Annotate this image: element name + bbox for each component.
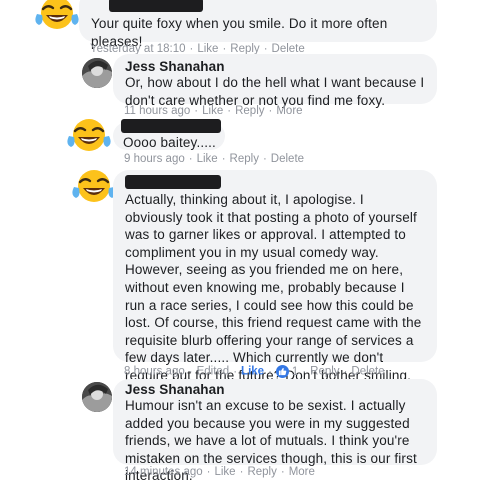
author-name[interactable]: Jess Shanahan <box>125 59 425 74</box>
redacted-author-name <box>125 175 221 189</box>
comment-bubble: Actually, thinking about it, I apologise… <box>113 170 437 401</box>
like-link[interactable]: Like <box>202 105 223 117</box>
more-link[interactable]: More <box>289 466 315 478</box>
comment-bubble: Jess Shanahan Or, how about I do the hel… <box>113 54 437 108</box>
reaction-count[interactable]: 1 <box>275 365 299 378</box>
like-link[interactable]: Like <box>197 153 218 165</box>
comment-bubble: Oooo baitey..... <box>113 119 225 150</box>
comment-actions: 9 hours ago · Like · Reply · Delete <box>124 153 305 165</box>
comment-bubble: Jess Shanahan Humour isn't an excuse to … <box>113 379 437 480</box>
avatar[interactable] <box>82 382 112 412</box>
more-link[interactable]: More <box>276 105 302 117</box>
comment-text: Or, how about I do the hell what I want … <box>125 75 429 108</box>
timestamp[interactable]: 8 hours ago <box>124 366 185 378</box>
timestamp[interactable]: 11 hours ago <box>124 105 190 117</box>
face-with-tears-of-joy-icon[interactable] <box>71 167 117 207</box>
timestamp[interactable]: 9 hours ago <box>124 153 185 165</box>
comment-bubble: Your quite foxy when you smile. Do it mo… <box>79 0 437 49</box>
thumbs-up-icon <box>275 365 289 378</box>
comment-actions: 11 hours ago · Like · Reply · More <box>124 105 303 117</box>
redacted-author-name <box>109 0 203 12</box>
author-name[interactable]: Jess Shanahan <box>125 382 425 397</box>
comment-actions: 14 minutes ago · Like · Reply · More <box>124 466 315 478</box>
like-link[interactable]: Like <box>214 466 235 478</box>
face-with-tears-of-joy-icon[interactable] <box>34 0 80 34</box>
delete-link[interactable]: Delete <box>271 153 304 165</box>
comment-text: Oooo baitey..... <box>123 135 216 150</box>
avatar[interactable] <box>82 58 112 88</box>
reply-link[interactable]: Reply <box>247 466 276 478</box>
reply-link[interactable]: Reply <box>235 105 264 117</box>
timestamp[interactable]: 14 minutes ago <box>124 466 203 478</box>
delete-link[interactable]: Delete <box>351 366 384 378</box>
reaction-count-label: 1 <box>291 365 299 378</box>
redacted-author-name <box>121 119 221 133</box>
edited-link[interactable]: Edited <box>197 366 230 378</box>
reply-link[interactable]: Reply <box>310 366 339 378</box>
reply-link[interactable]: Reply <box>230 153 259 165</box>
face-with-tears-of-joy-icon[interactable] <box>66 116 112 156</box>
like-link[interactable]: Like <box>241 366 264 378</box>
comment-actions: 8 hours ago · Edited · Like · 1 · Reply · Delete <box>124 365 385 378</box>
